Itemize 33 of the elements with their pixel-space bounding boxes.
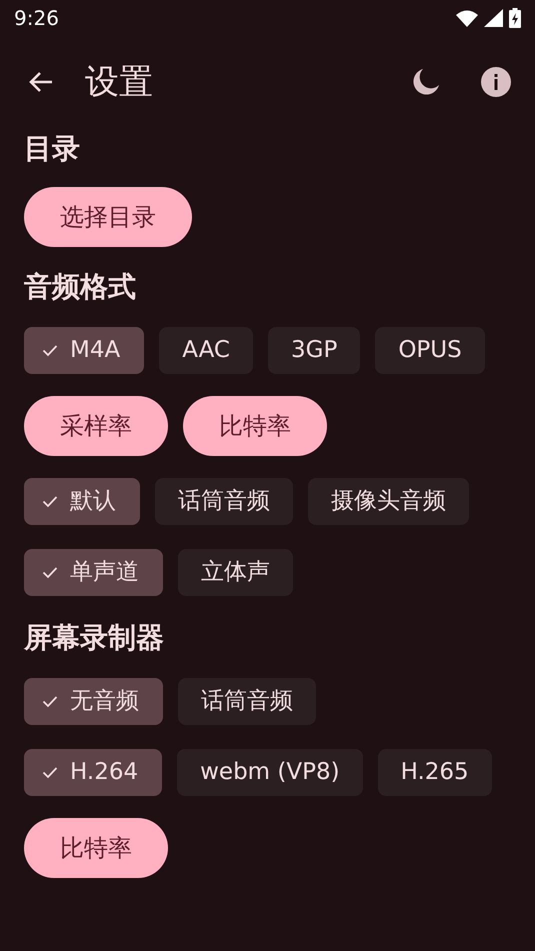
pill-button[interactable]: 采样率 — [24, 396, 168, 456]
filter-chip[interactable]: AAC — [159, 327, 253, 374]
filter-chip[interactable]: M4A — [24, 327, 144, 374]
check-icon — [42, 695, 58, 708]
wifi-icon — [456, 10, 478, 26]
check-icon — [42, 766, 58, 779]
pill-button[interactable]: 选择目录 — [24, 187, 192, 247]
page-title: 设置 — [85, 60, 153, 104]
battery-icon — [509, 8, 521, 28]
filter-chip[interactable]: 立体声 — [178, 549, 293, 596]
filter-chip[interactable]: webm (VP8) — [177, 749, 363, 796]
section-heading: 屏幕录制器 — [24, 620, 165, 656]
filter-chip[interactable]: 单声道 — [24, 549, 163, 596]
filter-chip[interactable]: 默认 — [24, 478, 140, 525]
pill-button[interactable]: 比特率 — [24, 818, 168, 878]
filter-chip[interactable]: 话筒音频 — [155, 478, 293, 525]
section-heading: 音频格式 — [24, 269, 137, 305]
check-icon — [42, 495, 58, 508]
filter-chip[interactable]: H.265 — [378, 749, 492, 796]
dark-mode-button[interactable] — [411, 67, 441, 97]
info-button[interactable] — [481, 67, 511, 97]
signal-icon — [484, 9, 503, 27]
filter-chip[interactable]: 无音频 — [24, 678, 163, 725]
filter-chip[interactable]: 3GP — [268, 327, 360, 374]
pill-button[interactable]: 比特率 — [183, 396, 327, 456]
filter-chip[interactable]: OPUS — [375, 327, 485, 374]
filter-chip[interactable]: 话筒音频 — [178, 678, 316, 725]
section-heading: 目录 — [24, 131, 81, 167]
filter-chip[interactable]: H.264 — [24, 749, 162, 796]
filter-chip[interactable]: 摄像头音频 — [308, 478, 469, 525]
status-time: 9:26 — [14, 5, 59, 32]
check-icon — [42, 344, 58, 357]
check-icon — [42, 566, 58, 579]
